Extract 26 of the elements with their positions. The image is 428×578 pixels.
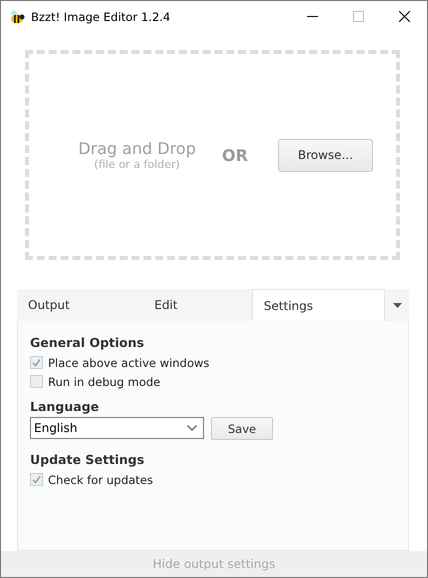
checkbox-label: Place above active windows bbox=[48, 356, 210, 370]
browse-button[interactable]: Browse... bbox=[278, 138, 373, 172]
section-heading: General Options bbox=[30, 335, 144, 350]
checkbox-label: Run in debug mode bbox=[48, 374, 160, 388]
tab[interactable]: Edit bbox=[134, 289, 252, 321]
minimize-icon bbox=[306, 16, 318, 18]
close-icon bbox=[398, 11, 410, 22]
bee-icon bbox=[9, 8, 25, 24]
tab[interactable]: Output bbox=[17, 289, 134, 321]
caret-icon bbox=[392, 302, 402, 308]
chevron-icon bbox=[187, 425, 197, 431]
maximize-icon bbox=[352, 11, 364, 22]
checkbox[interactable] bbox=[30, 375, 43, 388]
tab[interactable]: Settings bbox=[252, 289, 386, 321]
save-button[interactable]: Save bbox=[211, 417, 273, 440]
checkbox[interactable] bbox=[30, 356, 43, 369]
drop-hint: (file or a folder) bbox=[94, 158, 180, 172]
section-heading: Language bbox=[30, 399, 100, 414]
checkbox-label: Check for updates bbox=[48, 472, 154, 486]
checkbox[interactable] bbox=[30, 473, 43, 486]
drop-zone[interactable]: Drag and Drop (file or a folder) OR Browse... bbox=[25, 50, 400, 260]
section-heading: Update Settings bbox=[30, 452, 144, 467]
or-label: OR bbox=[222, 146, 248, 165]
language-select[interactable]: English bbox=[30, 417, 204, 439]
window-title: Bzzt! Image Editor 1.2.4 bbox=[31, 10, 172, 24]
drop-title: Drag and Drop bbox=[78, 139, 196, 158]
